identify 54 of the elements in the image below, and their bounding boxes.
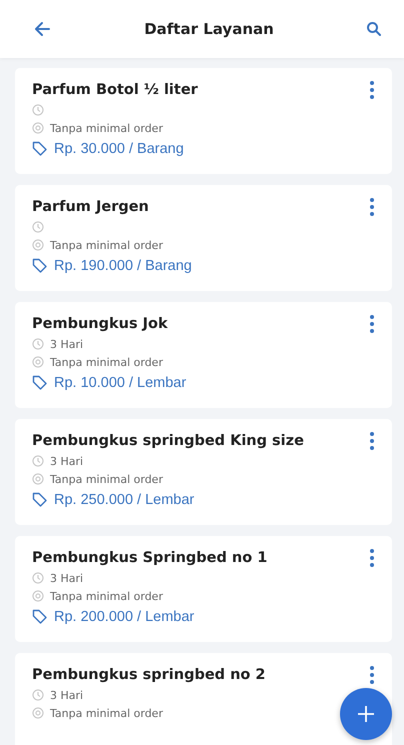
clock-icon	[32, 572, 44, 584]
service-name: Pembungkus Springbed no 1	[32, 550, 268, 566]
clock-icon	[32, 689, 44, 701]
min-order-text: Tanpa minimal order	[50, 706, 163, 720]
service-card[interactable]: Parfum Jergen Tanpa minimal order Rp. 190.000 / Barang	[15, 185, 392, 291]
more-options-icon[interactable]	[370, 198, 374, 216]
duration-text: 3 Hari	[50, 338, 84, 350]
service-name: Parfum Jergen	[32, 199, 149, 215]
tag-icon	[32, 375, 48, 391]
target-icon	[32, 590, 44, 602]
min-order-text: Tanpa minimal order	[50, 356, 163, 368]
service-name: Pembungkus springbed no 2	[32, 667, 266, 683]
more-options-icon[interactable]	[370, 432, 374, 450]
service-name: Parfum Botol ½ liter	[32, 82, 198, 98]
price-text: Rp. 200.000 / Lembar	[54, 609, 194, 625]
price-text: Rp. 30.000 / Barang	[54, 141, 184, 157]
min-order-text: Tanpa minimal order	[50, 122, 163, 134]
service-card[interactable]: Pembungkus Jok 3 Hari Tanpa minimal order Rp. 10.000 / Lembar	[15, 302, 392, 408]
target-icon	[32, 707, 44, 719]
clock-icon	[32, 338, 44, 350]
service-card[interactable]: Parfum Botol ½ liter Tanpa minimal order Rp. 30.000 / Barang	[15, 68, 392, 174]
target-icon	[32, 122, 44, 134]
tag-icon	[32, 609, 48, 625]
tag-icon	[32, 258, 48, 274]
duration-text: 3 Hari	[50, 454, 84, 468]
search-icon[interactable]	[366, 21, 382, 37]
price-text: Rp. 190.000 / Barang	[54, 258, 192, 274]
min-order-text: Tanpa minimal order	[50, 472, 163, 486]
min-order-text: Tanpa minimal order	[50, 590, 163, 602]
target-icon	[32, 239, 44, 251]
tag-icon	[32, 492, 48, 508]
clock-icon	[32, 104, 44, 116]
duration-text: 3 Hari	[50, 572, 84, 584]
price-text: Rp. 10.000 / Lembar	[54, 375, 186, 391]
clock-icon	[32, 221, 44, 233]
service-card[interactable]: Pembungkus Springbed no 1 3 Hari Tanpa minimal order Rp. 200.000 / Lembar	[15, 536, 392, 642]
min-order-text: Tanpa minimal order	[50, 238, 163, 252]
target-icon	[32, 356, 44, 368]
clock-icon	[32, 455, 44, 467]
plus-icon	[356, 704, 376, 724]
service-card[interactable]: Pembungkus springbed no 2 3 Hari Tanpa minimal order	[15, 653, 392, 745]
duration-text: 3 Hari	[50, 688, 84, 702]
price-text: Rp. 250.000 / Lembar	[54, 492, 194, 508]
tag-icon	[32, 141, 48, 157]
target-icon	[32, 473, 44, 485]
service-card[interactable]: Pembungkus springbed King size 3 Hari Tanpa minimal order Rp. 250.000 / Lembar	[15, 419, 392, 525]
more-options-icon[interactable]	[370, 81, 374, 99]
more-options-icon[interactable]	[370, 666, 374, 684]
more-options-icon[interactable]	[370, 315, 374, 333]
service-name: Pembungkus Jok	[32, 316, 168, 332]
service-name: Pembungkus springbed King size	[32, 433, 304, 449]
screen-title: Daftar Layanan	[144, 20, 274, 38]
more-options-icon[interactable]	[370, 549, 374, 567]
back-arrow-icon[interactable]	[32, 19, 52, 39]
